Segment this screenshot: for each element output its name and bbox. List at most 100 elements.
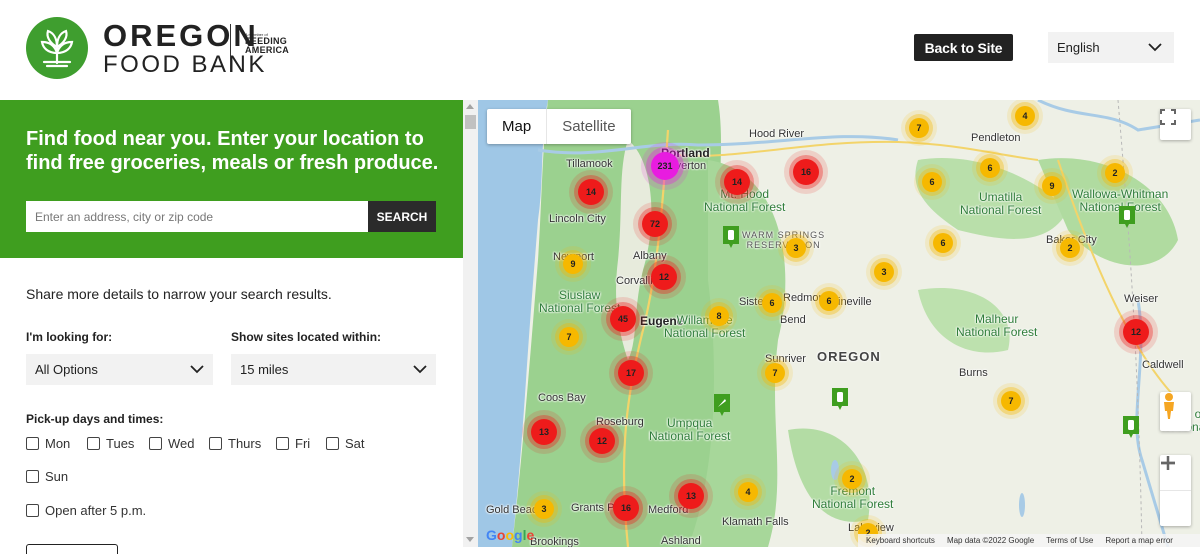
checkbox-box[interactable] xyxy=(26,504,39,517)
scroll-up-arrow-icon[interactable] xyxy=(466,104,474,109)
google-logo[interactable]: Google xyxy=(486,527,534,543)
place-lincoln-city: Lincoln City xyxy=(549,213,606,225)
cluster-marker[interactable]: 45 xyxy=(610,306,636,332)
cluster-marker[interactable]: 3 xyxy=(786,238,806,258)
cluster-marker[interactable]: 7 xyxy=(909,118,929,138)
zoom-control xyxy=(1160,455,1191,526)
day-checkbox-thurs[interactable]: Thurs xyxy=(209,436,261,451)
cluster-marker[interactable]: 9 xyxy=(1042,176,1062,196)
cluster-marker[interactable]: 4 xyxy=(1015,106,1035,126)
cluster-marker[interactable]: 9 xyxy=(563,254,583,274)
day-checkbox-fri[interactable]: Fri xyxy=(276,436,310,451)
share-text: Share more details to narrow your search… xyxy=(26,286,332,302)
panel-scrollbar[interactable] xyxy=(463,100,478,547)
terms-link[interactable]: Terms of Use xyxy=(1046,536,1093,545)
after-5pm-checkbox[interactable]: Open after 5 p.m. xyxy=(26,503,146,518)
checkbox-box[interactable] xyxy=(209,437,222,450)
fullscreen-button[interactable] xyxy=(1160,109,1191,140)
cluster-marker[interactable]: 13 xyxy=(531,419,557,445)
checkbox-box[interactable] xyxy=(26,437,39,450)
cluster-marker[interactable]: 16 xyxy=(793,159,819,185)
checkbox-box[interactable] xyxy=(326,437,339,450)
cluster-marker[interactable]: 13 xyxy=(678,483,704,509)
day-checkbox-sun[interactable]: Sun xyxy=(26,469,68,484)
search-button[interactable]: SEARCH xyxy=(368,201,436,232)
place-pendleton: Pendleton xyxy=(971,132,1021,144)
oregon-food-bank-logo-icon[interactable] xyxy=(26,17,88,79)
cluster-marker[interactable]: 7 xyxy=(1001,391,1021,411)
within-select[interactable]: 15 miles xyxy=(231,354,436,385)
day-checkbox-tues[interactable]: Tues xyxy=(87,436,134,451)
cluster-marker[interactable]: 6 xyxy=(762,293,782,313)
search-input[interactable] xyxy=(26,201,368,232)
zoom-out-button[interactable] xyxy=(1160,461,1191,526)
place-caldwell: Caldwell xyxy=(1142,359,1184,371)
place-brookings: Brookings xyxy=(530,536,579,547)
place-siuslaw-nf: Siuslaw National Forest xyxy=(539,288,621,315)
grocery-pin-icon[interactable] xyxy=(1121,414,1141,440)
report-error-link[interactable]: Report a map error xyxy=(1105,536,1173,545)
cluster-marker[interactable]: 4 xyxy=(738,482,758,502)
cluster-marker[interactable]: 8 xyxy=(709,306,729,326)
grocery-pin-icon[interactable] xyxy=(830,386,850,412)
cluster-marker[interactable]: 6 xyxy=(980,158,1000,178)
map-attribution: Keyboard shortcuts Map data ©2022 Google… xyxy=(858,534,1200,547)
minus-icon xyxy=(1161,461,1175,465)
cluster-marker[interactable]: 3 xyxy=(534,499,554,519)
cluster-marker[interactable]: 72 xyxy=(642,211,668,237)
map-area[interactable]: Portland Beaverton Hood River Pendleton … xyxy=(478,100,1200,547)
cluster-marker[interactable]: 14 xyxy=(578,179,604,205)
day-checkbox-mon[interactable]: Mon xyxy=(26,436,70,451)
cluster-marker[interactable]: 6 xyxy=(922,172,942,192)
cluster-marker[interactable]: 16 xyxy=(613,495,639,521)
checkbox-box[interactable] xyxy=(87,437,100,450)
produce-pin-icon[interactable] xyxy=(712,392,732,418)
cluster-marker[interactable]: 17 xyxy=(618,360,644,386)
cluster-marker[interactable]: 7 xyxy=(559,327,579,347)
filter-panel: Share more details to narrow your search… xyxy=(0,258,463,554)
scroll-down-arrow-icon[interactable] xyxy=(466,537,474,542)
looking-for-select[interactable]: All Options xyxy=(26,354,213,385)
cluster-marker[interactable]: 6 xyxy=(933,233,953,253)
map-type-map[interactable]: Map xyxy=(487,109,546,144)
place-albany: Albany xyxy=(633,250,667,262)
cluster-marker[interactable]: 2 xyxy=(1105,163,1125,183)
cluster-marker[interactable]: 231 xyxy=(651,152,679,180)
day-checkbox-wed[interactable]: Wed xyxy=(149,436,195,451)
logo-wordmark[interactable]: OREGON FOOD BANK xyxy=(103,20,267,77)
place-bend: Bend xyxy=(780,314,806,326)
cluster-marker[interactable]: 3 xyxy=(874,262,894,282)
day-label: Sat xyxy=(345,436,365,451)
grocery-pin-icon[interactable] xyxy=(1117,204,1137,230)
cluster-marker[interactable]: 7 xyxy=(765,363,785,383)
place-tillamook: Tillamook xyxy=(566,158,613,170)
search-panel: Find food near you. Enter your location … xyxy=(0,100,463,258)
scroll-thumb[interactable] xyxy=(465,115,476,129)
street-view-button[interactable] xyxy=(1160,392,1191,431)
cluster-marker[interactable]: 2 xyxy=(842,469,862,489)
after-5pm-label: Open after 5 p.m. xyxy=(45,503,147,518)
checkbox-box[interactable] xyxy=(26,470,39,483)
map-type-satellite[interactable]: Satellite xyxy=(546,109,630,144)
within-label: Show sites located within: xyxy=(231,330,382,344)
cluster-marker[interactable]: 2 xyxy=(1060,238,1080,258)
keyboard-shortcuts-link[interactable]: Keyboard shortcuts xyxy=(866,536,935,545)
chevron-down-icon xyxy=(413,365,427,374)
cluster-marker[interactable]: 6 xyxy=(819,291,839,311)
day-checkbox-sat[interactable]: Sat xyxy=(326,436,365,451)
partner-big-2: AMERICA xyxy=(245,45,290,55)
pegman-icon xyxy=(1164,393,1174,419)
place-hood-river: Hood River xyxy=(749,128,805,140)
place-coos-bay: Coos Bay xyxy=(538,392,586,404)
cluster-marker[interactable]: 12 xyxy=(589,428,615,454)
cluster-marker[interactable]: 14 xyxy=(724,169,750,195)
cluster-marker[interactable]: 12 xyxy=(651,264,677,290)
language-select[interactable]: English xyxy=(1048,32,1174,63)
cluster-marker[interactable]: 12 xyxy=(1123,319,1149,345)
back-to-site-button[interactable]: Back to Site xyxy=(914,34,1013,61)
submit-button-partial[interactable] xyxy=(26,544,118,554)
chevron-down-icon xyxy=(190,365,204,374)
checkbox-box[interactable] xyxy=(276,437,289,450)
grocery-pin-icon[interactable] xyxy=(721,224,741,250)
checkbox-box[interactable] xyxy=(149,437,162,450)
